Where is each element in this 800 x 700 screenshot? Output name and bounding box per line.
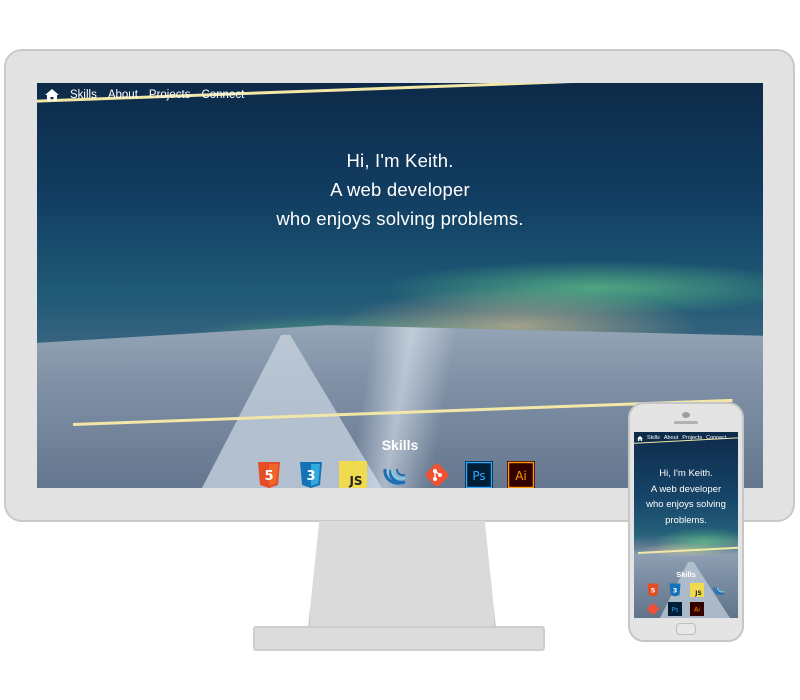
hero-line-2: A web developer: [330, 179, 470, 200]
html5-label: 5: [264, 469, 273, 484]
mobile-html5-icon: 5: [647, 583, 659, 597]
phone-earpiece: [674, 421, 698, 424]
git-icon: [425, 463, 449, 487]
mobile-jquery-icon: [713, 586, 725, 595]
css3-icon: 3: [300, 462, 322, 488]
nav-skills-link[interactable]: Skills: [70, 89, 97, 101]
javascript-label: JS: [348, 474, 362, 488]
mobile-photoshop-label: Ps: [672, 607, 679, 614]
photoshop-icon: Ps: [465, 461, 493, 488]
illustrator-label: Ai: [515, 469, 527, 483]
hero-line-3: who enjoys solving problems.: [276, 208, 524, 229]
mobile-home-icon[interactable]: [637, 435, 643, 441]
mobile-photoshop-icon: Ps: [668, 602, 682, 616]
nav-about-link[interactable]: About: [108, 89, 138, 101]
nav-connect-link[interactable]: Connect: [201, 89, 244, 101]
mobile-nav-skills-link[interactable]: Skills: [647, 435, 660, 441]
nav-projects-link[interactable]: Projects: [149, 89, 191, 101]
css3-label: 3: [306, 469, 315, 484]
phone-camera: [682, 412, 690, 418]
mobile-css3-icon: 3: [669, 583, 681, 597]
mobile-hero-line-1: Hi, I'm Keith.: [659, 468, 713, 479]
photoshop-label: Ps: [472, 469, 485, 483]
html5-icon: 5: [258, 462, 280, 488]
desktop-nav: Skills About Projects Connect: [45, 89, 244, 101]
phone-frame: Skills About Projects Connect Hi, I'm Ke…: [628, 402, 744, 642]
monitor-stand-neck: [308, 521, 496, 628]
mobile-html5-label: 5: [651, 587, 656, 595]
mobile-screen: Skills About Projects Connect Hi, I'm Ke…: [634, 432, 738, 618]
mobile-css3-label: 3: [673, 587, 678, 595]
mobile-illustrator-label: Ai: [694, 607, 700, 614]
mobile-nav-projects-link[interactable]: Projects: [682, 435, 702, 441]
mobile-nav-connect-link[interactable]: Connect: [706, 435, 727, 441]
mobile-javascript-icon: JS: [690, 583, 704, 597]
mobile-hero-text: Hi, I'm Keith. A web developer who enjoy…: [634, 466, 738, 528]
jquery-icon: [383, 468, 406, 485]
mobile-git-icon: [647, 603, 659, 615]
mobile-bottom-stripe: [637, 546, 738, 554]
mobile-illustrator-icon: Ai: [690, 602, 704, 616]
mobile-nav-about-link[interactable]: About: [664, 435, 678, 441]
mobile-hero-line-3: who enjoys solving: [646, 499, 726, 510]
hero-text: Hi, I'm Keith. A web developer who enjoy…: [37, 146, 763, 233]
phone-home-button[interactable]: [676, 623, 696, 635]
hero-line-1: Hi, I'm Keith.: [346, 150, 454, 171]
skills-icon-row: 5 3 JS Ps Ai: [255, 461, 535, 488]
mobile-nav: Skills About Projects Connect: [637, 435, 727, 441]
javascript-icon: JS: [339, 461, 367, 488]
mobile-javascript-label: JS: [694, 590, 702, 597]
mobile-hero-line-4: problems.: [665, 514, 707, 526]
monitor-stand-base: [253, 626, 545, 651]
mobile-skills-icon-grid: 5 3 JS Ps Ai: [646, 583, 728, 616]
home-icon[interactable]: [45, 89, 59, 101]
mobile-hero-line-2: A web developer: [650, 483, 722, 495]
illustrator-icon: Ai: [507, 461, 535, 488]
mobile-skills-heading: Skills: [676, 570, 696, 579]
